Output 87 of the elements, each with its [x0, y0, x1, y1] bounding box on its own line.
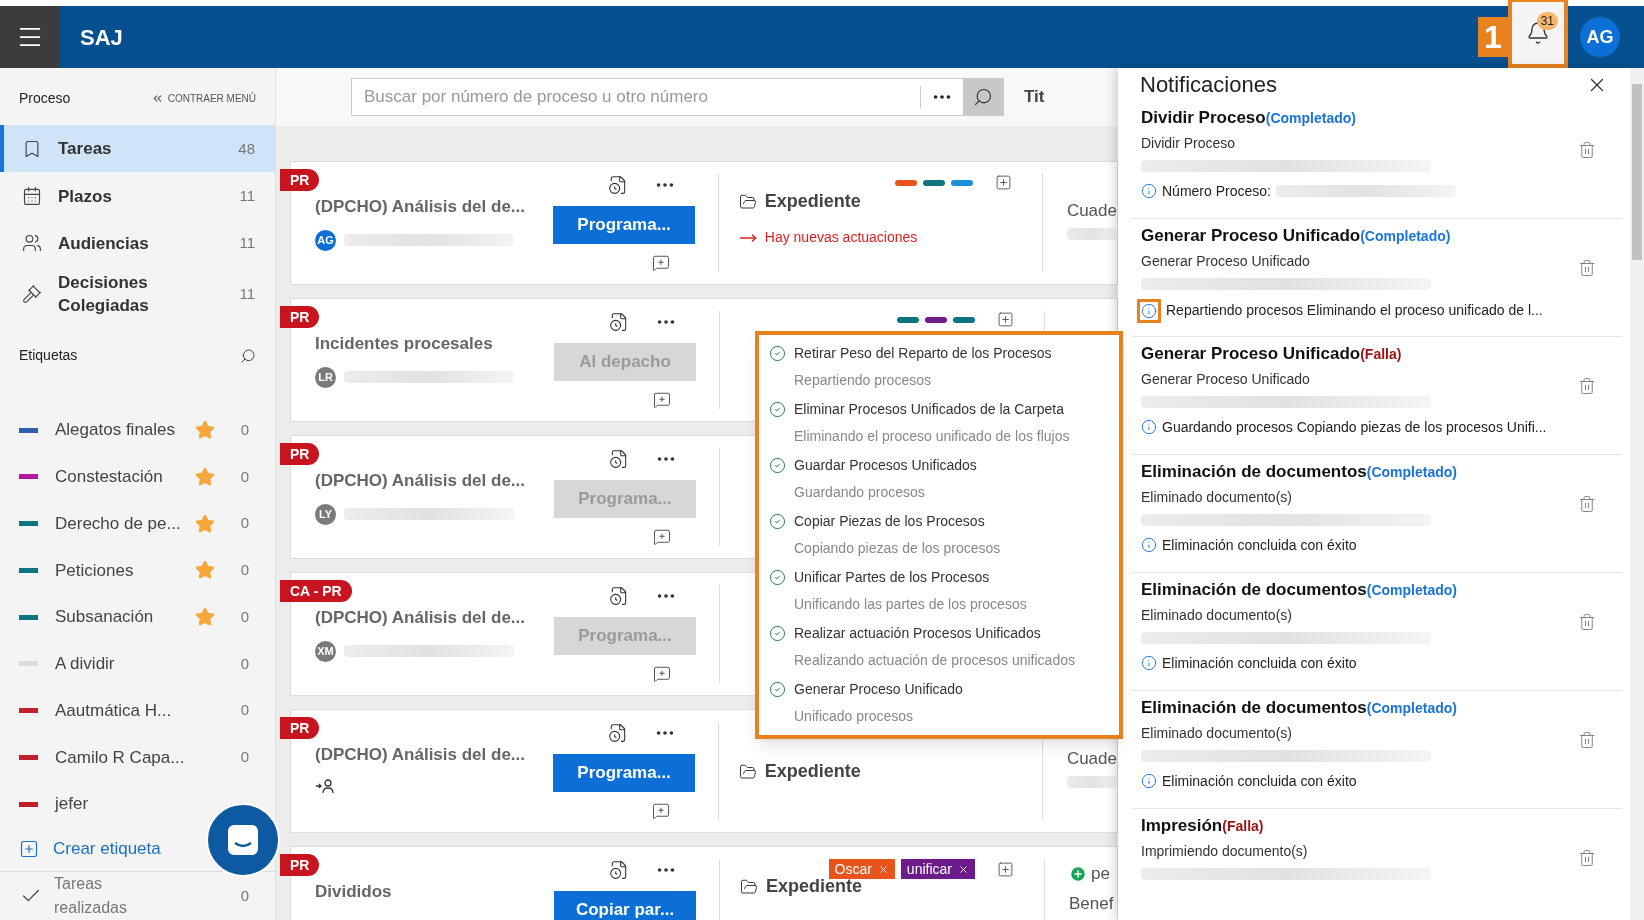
process-tag: CA - PR	[280, 580, 352, 602]
avatar: XM	[315, 640, 336, 662]
column-hint: Tit	[1024, 86, 1045, 109]
step-subtitle: Unificado procesos	[794, 707, 915, 726]
label-count: 0	[240, 466, 249, 487]
avatar: LR	[315, 366, 336, 388]
notification-count: 31	[1536, 12, 1558, 30]
nav-label: Audiencias	[58, 232, 150, 255]
notification-subtitle: Imprimiendo documento(s)	[1141, 841, 1308, 861]
step-title: Retirar Peso del Reparto de los Procesos	[794, 344, 1052, 363]
process-tag: PR	[280, 854, 320, 876]
label-count: 0	[240, 513, 249, 534]
notification-status: (Completado)	[1366, 582, 1457, 598]
task-title: Incidentes procesales	[315, 333, 494, 355]
nav-label: Tareas	[58, 138, 113, 161]
label-count: 0	[240, 606, 249, 627]
notification-subtitle: Dividir Proceso	[1141, 133, 1236, 153]
notification-title: Eliminación de documentos	[1141, 698, 1367, 717]
notification-title: Eliminación de documentos	[1141, 580, 1367, 599]
notification-subtitle: Eliminado documento(s)	[1141, 605, 1292, 625]
nav-label: Plazos	[58, 185, 113, 208]
labels-title: Etiquetas	[19, 346, 78, 366]
step-subtitle: Unificando las partes de los procesos	[794, 595, 1027, 614]
notification-status: (Completado)	[1366, 464, 1457, 480]
step-title: Eliminar Procesos Unificados de la Carpeta	[794, 400, 1065, 419]
label-count: 0	[240, 419, 249, 440]
task-title: (DPCHO) Análisis del de...	[315, 744, 527, 766]
panel-title: Notificaciones	[1140, 71, 1277, 99]
step-subtitle: Copiando piezas de los procesos	[794, 539, 1001, 558]
notification-title: Generar Proceso Unificado	[1141, 344, 1361, 363]
notification-title: Impresión	[1141, 816, 1223, 835]
notification-info: Eliminación concluida con éxito	[1162, 653, 1357, 673]
notification-title: Generar Proceso Unificado	[1141, 226, 1361, 245]
process-tag: PR	[280, 717, 320, 739]
nav-label: Decisiones Colegiadas	[58, 272, 150, 318]
done-count: 0	[240, 885, 249, 906]
notification-info: Eliminación concluida con éxito	[1162, 771, 1357, 791]
column-text: Cuade	[1066, 200, 1117, 222]
section-title: Proceso	[19, 89, 71, 109]
label-count: 0	[240, 747, 249, 768]
nav-count: 48	[238, 138, 255, 159]
notification-info: Repartiendo procesos Eliminando el proceso unificado de l...	[1166, 301, 1543, 320]
task-title: (DPCHO) Análisis del de...	[315, 196, 527, 218]
label-count: 0	[240, 653, 249, 674]
notification-subtitle: Generar Proceso Unificado	[1141, 251, 1310, 271]
notification-title: Dividir Proceso	[1141, 108, 1266, 127]
notification-info: Eliminación concluida con éxito	[1162, 535, 1357, 555]
step-title: Realizar actuación Procesos Unificados	[794, 624, 1042, 643]
notification-subtitle: Generar Proceso Unificado	[1141, 369, 1310, 389]
step-subtitle: Repartiendo procesos	[794, 371, 932, 390]
step-subtitle: Realizando actuación de procesos unificados	[794, 651, 1075, 670]
column-text: pe	[1091, 863, 1110, 885]
avatar: LY	[315, 503, 336, 525]
task-title: (DPCHO) Análisis del de...	[315, 470, 527, 492]
notification-status: (Falla)	[1222, 818, 1264, 834]
nav-count: 11	[239, 185, 255, 206]
process-tag: PR	[280, 169, 320, 191]
process-tag: PR	[280, 306, 320, 328]
notification-subtitle: Eliminado documento(s)	[1141, 487, 1292, 507]
nav-count: 11	[239, 284, 255, 305]
step-title: Guardar Procesos Unificados	[794, 456, 977, 475]
done-label: Tareas realizadas	[54, 873, 128, 918]
nav-count: 11	[239, 233, 255, 254]
step-title: Generar Proceso Unificado	[794, 680, 963, 699]
label-count: 0	[240, 700, 249, 721]
process-tag: PR	[280, 443, 320, 465]
step-subtitle: Guardando procesos	[794, 483, 926, 502]
alert-text: Hay nuevas actuaciones	[764, 228, 918, 247]
notification-info: Número Proceso:	[1162, 181, 1271, 201]
notification-title: Eliminación de documentos	[1141, 462, 1367, 481]
avatar: AG	[315, 229, 336, 251]
notification-status: (Falla)	[1360, 346, 1402, 362]
task-title: (DPCHO) Análisis del de...	[315, 607, 527, 629]
callout-number: 1	[1478, 17, 1508, 57]
notification-subtitle: Eliminado documento(s)	[1141, 723, 1292, 743]
column-text: Cuade	[1066, 748, 1117, 770]
notification-info: Guardando procesos Copiando piezas de los procesos Unifi...	[1162, 417, 1547, 437]
notification-status: (Completado)	[1360, 228, 1451, 244]
notification-status: (Completado)	[1265, 110, 1356, 126]
app-name: SAJ	[80, 23, 123, 52]
task-title: Divididos	[315, 881, 393, 903]
tag-chip: unificar	[900, 859, 975, 879]
step-title: Copiar Piezas de los Procesos	[794, 512, 986, 531]
notification-status: (Completado)	[1366, 700, 1457, 716]
column-text: Benef	[1069, 892, 1114, 915]
label-count: 0	[240, 560, 249, 581]
tag-chip: Oscar	[828, 859, 895, 879]
